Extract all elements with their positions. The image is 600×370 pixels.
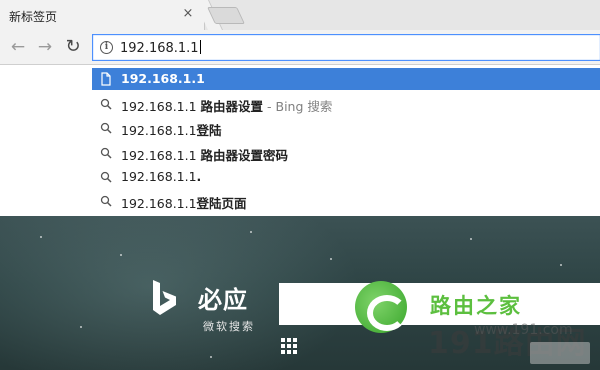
suggestion-text: 192.168.1.1. [121,169,202,184]
suggestion-row[interactable]: 192.168.1.1 [92,68,600,90]
close-icon[interactable]: × [181,7,195,21]
suggestion-row[interactable]: 192.168.1.1登陆 [92,117,600,139]
suggestion-text: 192.168.1.1 路由器设置密码 [121,148,289,163]
info-icon[interactable]: i [100,41,113,54]
back-arrow-icon[interactable]: ← [8,37,28,57]
suggestion-row[interactable]: 192.168.1.1 路由器设置 - Bing 搜索 [92,93,600,115]
reload-icon[interactable]: ↻ [63,37,83,57]
search-icon [100,147,112,159]
suggestion-row[interactable]: 192.168.1.1登陆页面 [92,190,600,212]
star-decoration [250,231,252,233]
star-decoration [40,236,42,238]
forward-arrow-icon[interactable]: → [35,37,55,57]
watermark-logo-icon [355,281,407,333]
bing-brand-name: 必应 [198,286,248,314]
browser-toolbar: ← → ↻ i 192.168.1.1 [0,30,600,65]
text-caret [199,40,201,54]
suggestion-text: 192.168.1.1 [121,71,205,86]
watermark-title: 路由之家 [430,294,522,318]
suggestion-text: 192.168.1.1登陆页面 [121,196,247,211]
tab-title: 新标签页 [9,10,58,24]
watermark-badge [530,342,590,364]
suggestion-text: 192.168.1.1 路由器设置 - Bing 搜索 [121,99,333,114]
bing-subtitle: 微软搜索 [203,320,255,333]
star-decoration [120,254,122,256]
star-decoration [330,258,332,260]
star-decoration [210,356,212,358]
search-icon [100,122,112,134]
address-input[interactable]: 192.168.1.1 [120,40,201,56]
address-bar[interactable]: i 192.168.1.1 [92,34,600,61]
tab-strip: 新标签页 × [0,0,600,30]
apps-grid-icon[interactable] [281,338,297,354]
suggestion-text: 192.168.1.1登陆 [121,123,222,138]
star-decoration [80,326,82,328]
search-icon [100,195,112,207]
star-decoration [560,264,562,266]
suggestion-row[interactable]: 192.168.1.1 路由器设置密码 [92,142,600,164]
page-icon [101,72,111,86]
star-decoration [470,238,472,240]
tab-new-tab[interactable]: 新标签页 × [0,0,205,30]
suggestion-row[interactable]: 192.168.1.1. [92,166,600,188]
bing-logo-icon [153,280,176,315]
omnibox-suggestions: 192.168.1.1 192.168.1.1 路由器设置 - Bing 搜索 … [0,66,600,216]
search-icon [100,98,112,110]
watermark-domain: www.191.com [474,322,573,338]
address-text: 192.168.1.1 [120,41,199,56]
search-icon [100,171,112,183]
